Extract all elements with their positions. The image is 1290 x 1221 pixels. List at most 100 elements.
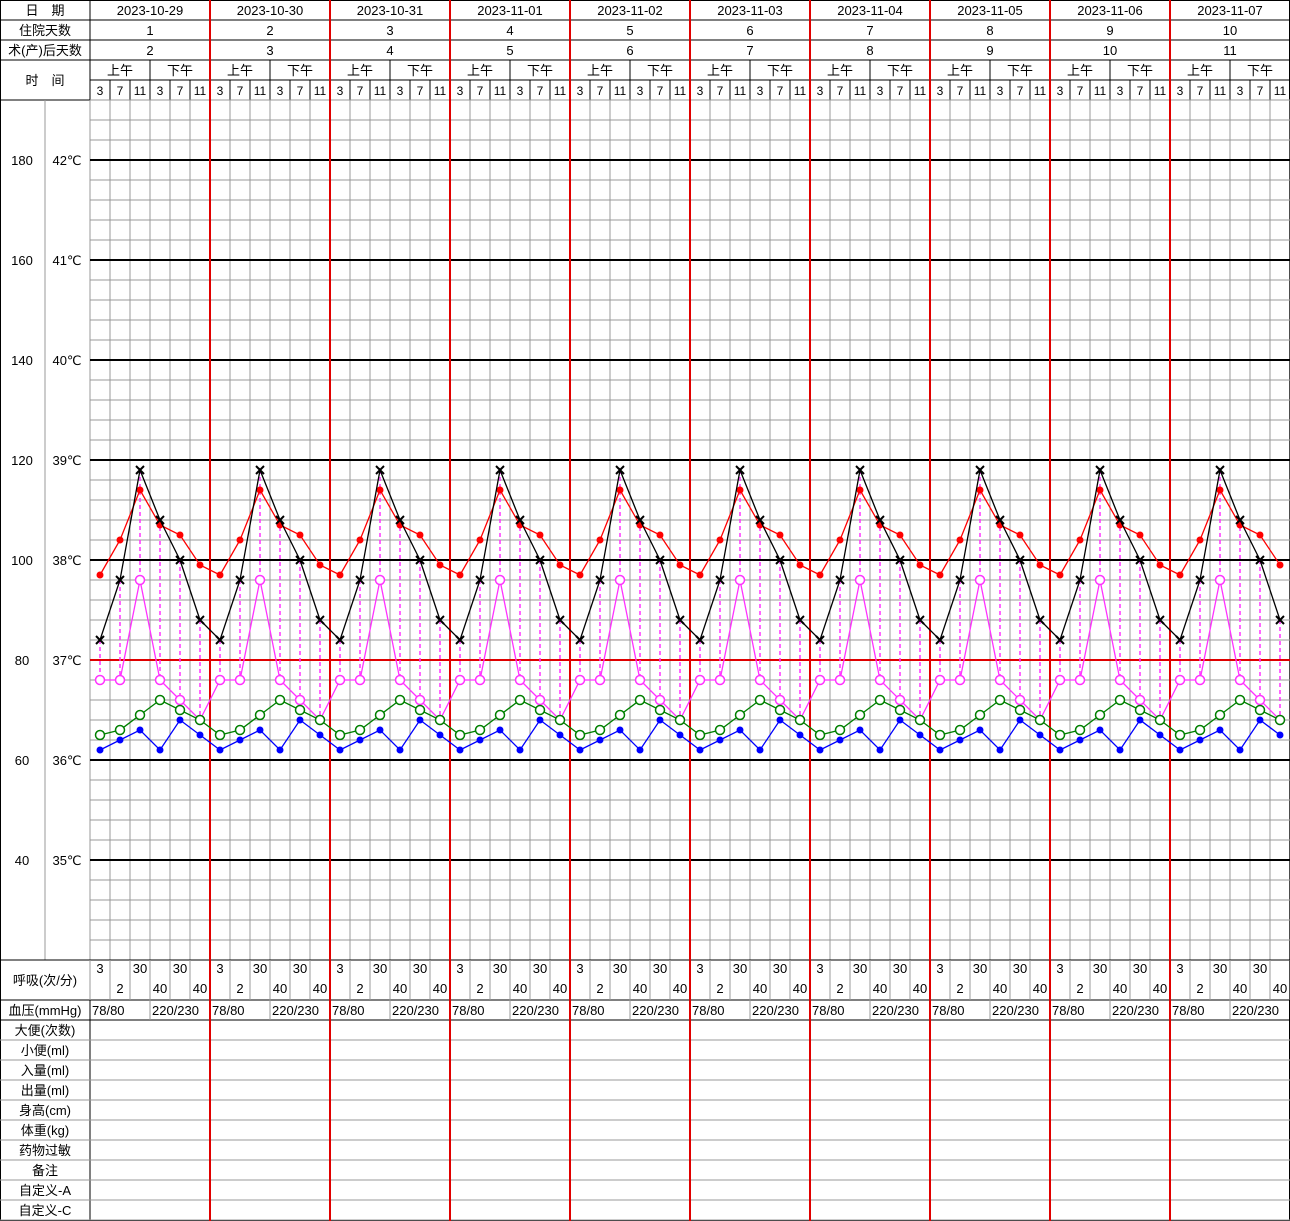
am-label: 上午 [347,63,373,78]
point-red [796,561,804,569]
hosp-days-cell: 10 [1223,23,1237,38]
postop-days-row-label: 术(产)后天数 [8,43,82,58]
point-green [94,729,106,741]
point-blue [1136,716,1144,724]
point-magenta [834,674,846,686]
point-magenta [814,674,826,686]
resp-value: 40 [313,981,327,996]
point-red [416,531,424,539]
point-red [456,571,464,579]
resp-value: 30 [1093,961,1107,976]
pm-label: 下午 [527,63,553,78]
point-magenta [274,674,286,686]
resp-value: 2 [356,981,363,996]
bp-am-value: 78/80 [212,1003,245,1018]
point-green [254,709,266,721]
resp-value: 40 [793,981,807,996]
hosp-days-cell: 8 [986,23,993,38]
point-red [916,561,924,569]
resp-value: 3 [816,961,823,976]
point-blue [536,716,544,724]
point-magenta [694,674,706,686]
info-row-label: 体重(kg) [21,1123,69,1138]
hour-label: 11 [134,84,147,98]
pulse-tick-label: 160 [11,253,33,268]
resp-value: 30 [653,961,667,976]
hour-label: 7 [357,84,364,98]
point-magenta [574,674,586,686]
hour-label: 3 [997,84,1004,98]
am-label: 上午 [107,63,133,78]
point-blue [636,746,644,754]
bp-pm-value: 220/230 [512,1003,559,1018]
resp-row-label: 呼吸(次/分) [13,973,77,988]
point-green [274,694,286,706]
temp-tick-label: 35℃ [52,853,81,868]
point-blue [1036,731,1044,739]
hour-label: 11 [194,84,207,98]
resp-value: 30 [773,961,787,976]
point-magenta [114,674,126,686]
hour-label: 11 [554,84,567,98]
point-red [1196,536,1204,544]
am-label: 上午 [467,63,493,78]
point-blue [976,726,984,734]
point-magenta [634,674,646,686]
point-blue [476,736,484,744]
postop-days-cell: 8 [866,43,873,58]
point-magenta [594,674,606,686]
hour-label: 7 [1077,84,1084,98]
hour-label: 3 [757,84,764,98]
hour-label: 3 [517,84,524,98]
hour-label: 11 [314,84,327,98]
point-green [1254,704,1266,716]
resp-value: 2 [836,981,843,996]
bp-am-value: 78/80 [1052,1003,1085,1018]
point-magenta [394,674,406,686]
point-blue [176,716,184,724]
point-blue [376,726,384,734]
point-red [356,536,364,544]
point-blue [276,746,284,754]
resp-value: 2 [476,981,483,996]
point-blue [816,746,824,754]
pulse-tick-label: 60 [15,753,29,768]
hour-label: 7 [597,84,604,98]
point-blue [1116,746,1124,754]
point-red [236,536,244,544]
point-blue [236,736,244,744]
point-blue [596,736,604,744]
point-red [336,571,344,579]
date-cell: 2023-11-04 [837,3,903,18]
point-red [1016,531,1024,539]
resp-value: 30 [613,961,627,976]
point-green [1014,704,1026,716]
hour-label: 3 [577,84,584,98]
point-blue [1276,731,1284,739]
resp-value: 40 [1033,981,1047,996]
time-row-label: 时 间 [25,73,64,88]
point-magenta [134,574,146,586]
point-blue [96,746,104,754]
resp-value: 3 [696,961,703,976]
pm-label: 下午 [767,63,793,78]
point-magenta [1214,574,1226,586]
point-green [714,724,726,736]
bp-pm-value: 220/230 [392,1003,439,1018]
hour-label: 11 [254,84,267,98]
point-blue [736,726,744,734]
resp-value: 3 [96,961,103,976]
resp-value: 40 [273,981,287,996]
point-green [594,724,606,736]
point-green [434,714,446,726]
point-blue [456,746,464,754]
resp-value: 2 [236,981,243,996]
point-blue [756,746,764,754]
hour-label: 3 [1117,84,1124,98]
hosp-days-cell: 4 [506,23,513,38]
resp-value: 30 [1213,961,1227,976]
bp-pm-value: 220/230 [152,1003,199,1018]
point-blue [556,731,564,739]
resp-value: 3 [456,961,463,976]
hour-label: 11 [374,84,387,98]
